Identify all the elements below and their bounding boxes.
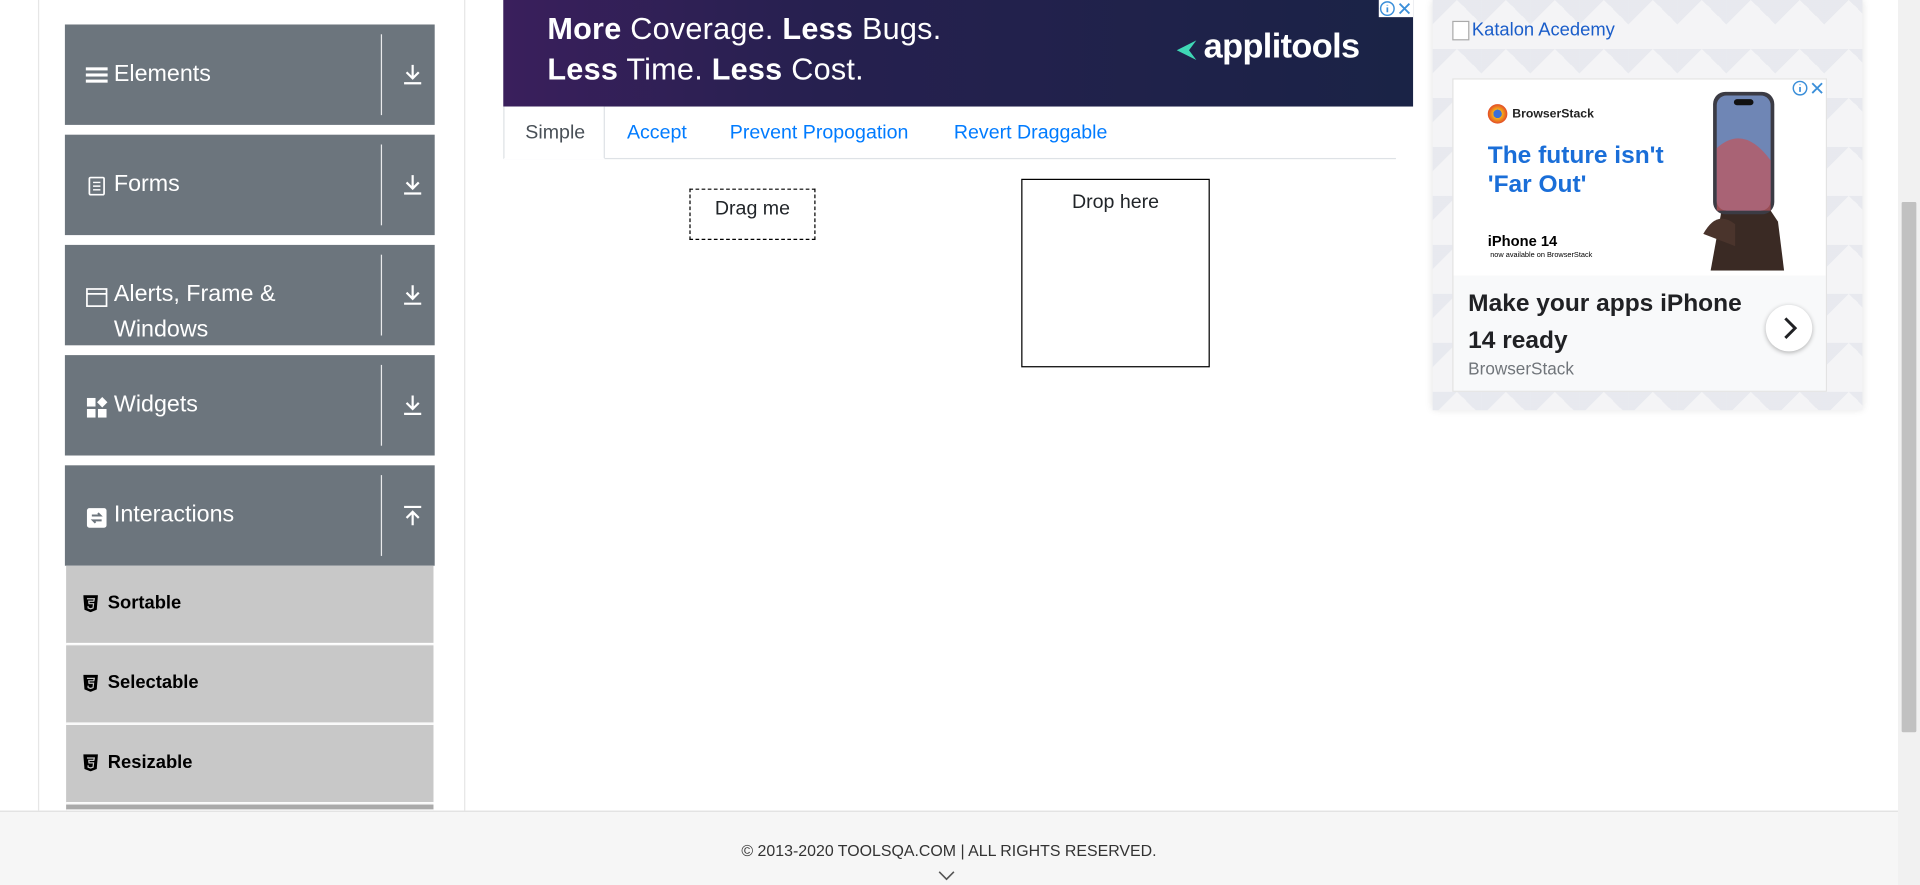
ad-close-icon[interactable] — [1809, 80, 1826, 97]
draggable-box[interactable]: Drag me — [689, 188, 816, 241]
group-forms-label: Forms — [113, 171, 180, 198]
bs-title: Make your apps iPhone 14 ready — [1468, 290, 1742, 354]
ad-line-1: More Coverage. Less Bugs. — [547, 12, 942, 47]
group-alerts-frame-windows[interactable]: Alerts, Frame & Windows — [64, 244, 435, 346]
group-alerts-label-line2: Windows — [113, 317, 209, 343]
upload-arrow-icon[interactable] — [400, 503, 424, 527]
tab-simple[interactable]: Simple — [503, 106, 605, 160]
ad-controls[interactable] — [1378, 0, 1414, 18]
applitools-logo-icon — [1176, 40, 1197, 61]
group-elements-label: Elements — [113, 61, 211, 87]
window-icon — [86, 288, 108, 307]
bs-model: iPhone 14 — [1487, 232, 1558, 250]
group-widgets[interactable]: Widgets — [64, 355, 435, 456]
group-interactions-label: Interactions — [113, 502, 235, 528]
tab-accept[interactable]: Accept — [606, 107, 708, 160]
iphone-in-hand-image — [1703, 91, 1785, 271]
ad-line-2: Less Time. Less Cost. — [547, 52, 864, 87]
broken-image-icon — [1452, 20, 1470, 40]
group-widgets-label: Widgets — [113, 391, 198, 418]
ad-image: BrowserStack The future isn't 'Far Out' … — [1453, 79, 1826, 276]
ad-info-icon[interactable] — [1379, 0, 1396, 17]
widgets-icon — [86, 397, 108, 418]
download-arrow-icon[interactable] — [400, 393, 424, 417]
html5-icon — [83, 595, 98, 613]
bs-source: BrowserStack — [1468, 358, 1574, 379]
sidebar-item-selectable[interactable]: Selectable — [66, 645, 434, 724]
divider — [380, 254, 383, 336]
ad-close-icon[interactable] — [1396, 0, 1413, 17]
browserstack-logo-icon — [1487, 104, 1508, 124]
document-icon — [88, 176, 105, 196]
download-arrow-icon[interactable] — [400, 283, 424, 307]
chevron-down-icon[interactable] — [937, 869, 957, 881]
ad-info-icon[interactable] — [1791, 80, 1808, 97]
droppable-box[interactable]: Drop here — [1021, 178, 1210, 368]
ad-controls[interactable] — [1791, 80, 1825, 97]
hamburger-icon — [85, 67, 108, 83]
ad-brand: applitools — [1203, 26, 1360, 65]
bs-brand: BrowserStack — [1487, 104, 1594, 124]
sidebar-item-sortable[interactable]: Sortable — [66, 565, 434, 645]
tab-revert-draggable[interactable]: Revert Draggable — [933, 107, 1128, 160]
chevron-right-icon — [1784, 317, 1798, 340]
footer-copyright: © 2013-2020 TOOLSQA.COM | ALL RIGHTS RES… — [741, 841, 1157, 860]
bs-model-sub: now available on BrowserStack — [1490, 252, 1593, 260]
divider — [380, 34, 383, 116]
html5-icon — [83, 674, 98, 692]
divider — [380, 364, 383, 446]
html5-icon — [83, 754, 98, 772]
sidebar-item-label: Resizable — [107, 751, 193, 773]
group-forms[interactable]: Forms — [64, 134, 435, 236]
group-elements[interactable]: Elements — [64, 24, 435, 125]
download-arrow-icon[interactable] — [400, 173, 424, 197]
sidebar-item-label: Selectable — [107, 672, 199, 694]
sidebar-item-resizable[interactable]: Resizable — [66, 724, 434, 804]
download-arrow-icon[interactable] — [400, 62, 424, 86]
top-banner-ad[interactable]: More Coverage. Less Bugs. Less Time. Les… — [503, 0, 1414, 107]
droppable-tabs: Simple Accept Prevent Propogation Revert… — [503, 106, 1396, 160]
next-button[interactable] — [1765, 304, 1813, 352]
page-footer: © 2013-2020 TOOLSQA.COM | ALL RIGHTS RES… — [0, 810, 1898, 885]
tab-prevent-propogation[interactable]: Prevent Propogation — [709, 107, 929, 160]
sidebar-item-label: Sortable — [107, 592, 182, 614]
divider — [380, 475, 383, 556]
bs-headline: The future isn't 'Far Out' — [1487, 142, 1664, 199]
divider — [380, 144, 383, 226]
browserstack-ad[interactable]: BrowserStack The future isn't 'Far Out' … — [1452, 78, 1827, 392]
group-alerts-label-line1: Alerts, Frame & — [113, 281, 276, 308]
group-interactions[interactable]: Interactions — [64, 465, 435, 566]
interactions-icon — [86, 508, 107, 528]
katalon-alt-text: Katalon Acedemy — [1471, 19, 1615, 41]
katalon-ad-link[interactable]: Katalon Acedemy — [1452, 19, 1615, 41]
ad-text-area: Make your apps iPhone 14 ready BrowserSt… — [1453, 275, 1826, 391]
scrollbar-thumb[interactable] — [1901, 202, 1917, 733]
vertical-scrollbar[interactable] — [1897, 0, 1920, 885]
